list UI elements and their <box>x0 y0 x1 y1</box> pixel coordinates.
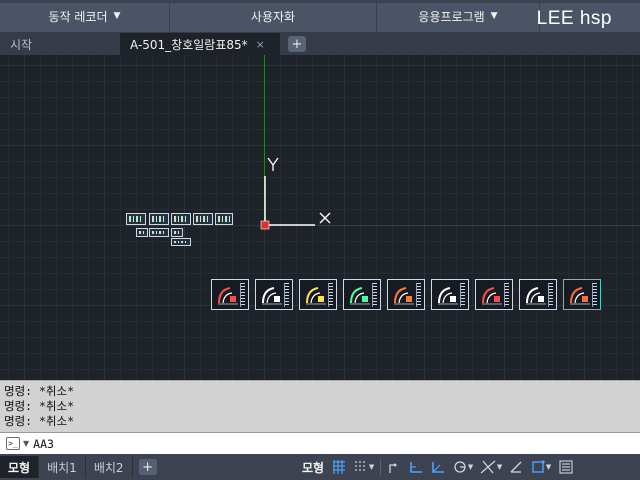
lineweight-icon[interactable] <box>505 457 527 477</box>
drawing-sheet-thumbnail[interactable] <box>211 279 249 310</box>
sheet-drawing-icon <box>570 287 590 305</box>
polar-tracking-icon[interactable] <box>427 457 449 477</box>
ribbon-panel-applications[interactable]: 응용프로그램 ▼ <box>377 0 540 32</box>
drawing-sheet-thumbnail[interactable] <box>299 279 337 310</box>
ribbon-panel-customization[interactable]: 사용자화 <box>170 0 377 32</box>
chevron-down-icon[interactable]: ▼ <box>546 463 551 471</box>
chevron-down-icon[interactable]: ▼ <box>468 463 473 471</box>
customization-menu-icon[interactable] <box>555 457 577 477</box>
sheet-drawing-icon <box>438 287 458 305</box>
chevron-down-icon[interactable]: ▼ <box>497 463 502 471</box>
sheet-title-block <box>416 283 421 307</box>
drawing-sheet-thumbnail[interactable] <box>387 279 425 310</box>
layout-tab-layout2[interactable]: 배치2 <box>86 456 133 478</box>
tab-label: A-501_창호일람표85* <box>130 37 248 52</box>
autocad-window: 동작 레코더 ▼ 사용자화 응용프로그램 ▼ LEE hsp 시작 A-501_… <box>0 0 640 480</box>
drawing-thumbnail[interactable] <box>149 213 169 225</box>
history-line: 명령: *취소* <box>4 399 75 413</box>
drawing-thumbnail[interactable] <box>193 213 213 225</box>
sheet-title-block <box>372 283 377 307</box>
model-space-button[interactable]: 모형 <box>298 457 328 477</box>
tab-drawing-a501[interactable]: A-501_창호일람표85* × <box>120 33 280 55</box>
chevron-down-icon: ▼ <box>490 11 498 21</box>
chevron-down-icon[interactable]: ▼ <box>23 439 29 448</box>
drawing-sheet-thumbnail[interactable] <box>475 279 513 310</box>
drawing-thumbnail[interactable] <box>149 228 169 237</box>
chevron-down-icon[interactable]: ▼ <box>369 463 374 471</box>
history-line: 명령: *취소* <box>4 384 75 398</box>
drawing-sheet-thumbnail[interactable] <box>431 279 469 310</box>
sheet-title-block <box>240 283 245 307</box>
drawing-sheet-thumbnail[interactable] <box>343 279 381 310</box>
status-bar: 모형 배치1 배치2 + 모형 ▼ ▼ ▼ ▼ <box>0 454 640 480</box>
new-tab-button[interactable]: + <box>288 36 306 52</box>
grid-icon[interactable] <box>328 457 350 477</box>
layout-tab-model[interactable]: 모형 <box>0 456 40 478</box>
selection-cycling-icon[interactable]: ▼ <box>527 457 555 477</box>
object-snap-tracking-icon[interactable]: ▼ <box>477 457 505 477</box>
drawing-sheet-thumbnail[interactable] <box>255 279 293 310</box>
drawing-viewport[interactable] <box>0 55 640 380</box>
command-input[interactable] <box>33 436 234 451</box>
infer-constraints-icon[interactable] <box>383 457 405 477</box>
isodraft-icon[interactable]: ▼ <box>449 457 477 477</box>
ribbon-panel-label: 동작 레코더 <box>48 9 108 24</box>
command-prompt-icon[interactable]: >_ <box>6 437 20 450</box>
drawing-thumbnail[interactable] <box>215 213 233 225</box>
separator <box>380 459 382 475</box>
drawing-thumbnail[interactable] <box>136 228 148 237</box>
ribbon-panel-label: 응용프로그램 <box>418 9 485 24</box>
sheet-title-block <box>592 283 597 307</box>
ribbon-panel-bar: 동작 레코더 ▼ 사용자화 응용프로그램 ▼ LEE hsp <box>0 0 640 32</box>
ribbon-panel-label: 사용자화 <box>250 9 296 24</box>
close-icon[interactable]: × <box>256 38 265 51</box>
sheet-title-block <box>548 283 553 307</box>
ribbon-panel-action-recorder[interactable]: 동작 레코더 ▼ <box>0 0 170 32</box>
drawing-sheet-thumbnail[interactable] <box>563 279 601 310</box>
status-toolbar: 모형 ▼ ▼ ▼ ▼ <box>298 456 577 478</box>
sheet-title-block <box>284 283 289 307</box>
command-line[interactable]: >_ ▼ <box>0 432 640 454</box>
chevron-down-icon: ▼ <box>113 11 121 21</box>
sheet-drawing-icon <box>218 287 238 305</box>
sheet-title-block <box>328 283 333 307</box>
sheet-drawing-icon <box>482 287 502 305</box>
sheet-drawing-icon <box>350 287 370 305</box>
history-line: 명령: *취소* <box>4 414 75 428</box>
sheet-drawing-icon <box>526 287 546 305</box>
drawing-thumbnail[interactable] <box>171 228 183 237</box>
tab-label: 시작 <box>10 37 33 52</box>
sheet-drawing-icon <box>394 287 414 305</box>
drawing-thumbnail[interactable] <box>171 213 191 225</box>
watermark-text: LEE hsp <box>536 8 612 29</box>
tab-start[interactable]: 시작 <box>0 33 120 55</box>
snap-icon[interactable]: ▼ <box>350 457 378 477</box>
drawing-thumbnail[interactable] <box>171 238 191 246</box>
sheet-title-block <box>504 283 509 307</box>
layout-tab-layout1[interactable]: 배치1 <box>39 456 86 478</box>
ortho-icon[interactable] <box>405 457 427 477</box>
sheet-title-block <box>460 283 465 307</box>
sheet-drawing-icon <box>262 287 282 305</box>
file-tab-bar: 시작 A-501_창호일람표85* × + <box>0 32 640 55</box>
command-history: 명령: *취소* 명령: *취소* 명령: *취소* <box>0 380 640 432</box>
drawing-thumbnail[interactable] <box>126 213 146 225</box>
add-layout-button[interactable]: + <box>138 459 157 475</box>
sheet-drawing-icon <box>306 287 326 305</box>
ucs-icon <box>260 157 331 230</box>
drawing-sheet-thumbnail[interactable] <box>519 279 557 310</box>
